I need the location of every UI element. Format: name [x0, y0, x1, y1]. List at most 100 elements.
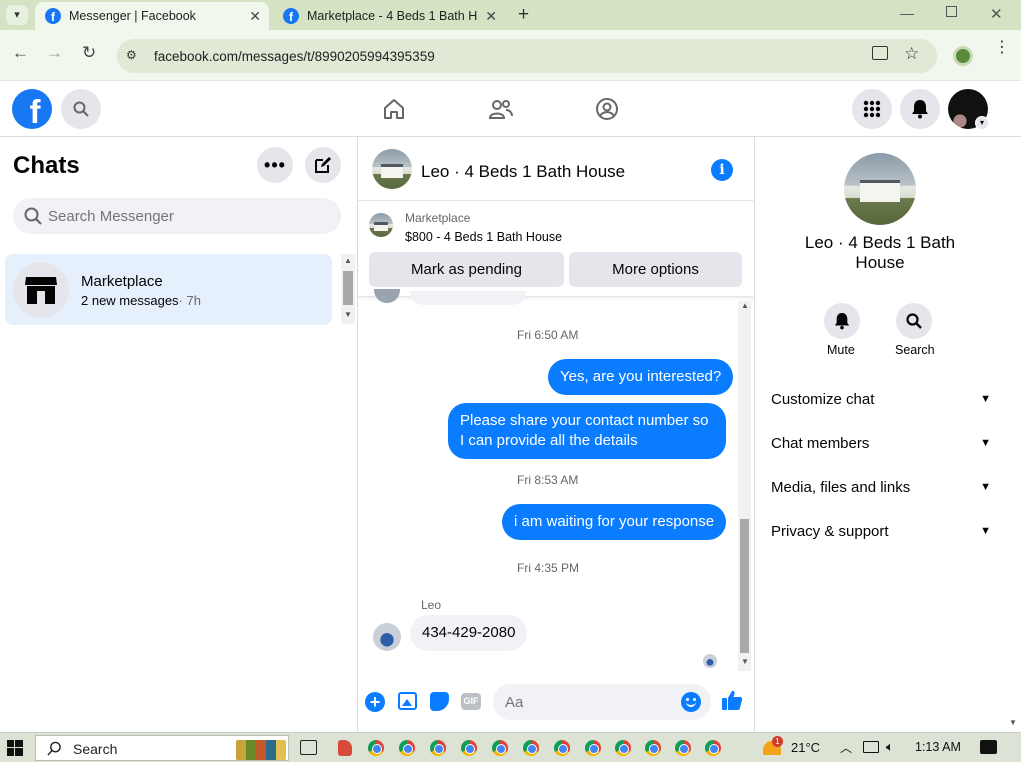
install-app-icon[interactable]	[872, 46, 888, 60]
browser-menu-icon[interactable]: ⋮	[994, 40, 1010, 56]
restore-window-button[interactable]	[946, 6, 957, 17]
chrome-taskbar-icon[interactable]	[461, 740, 477, 756]
menu-button[interactable]	[852, 89, 892, 129]
chat-members-row[interactable]: Chat members ▼	[771, 431, 991, 455]
home-nav-icon[interactable]	[382, 97, 406, 126]
mark-as-pending-button[interactable]: Mark as pending	[369, 252, 564, 287]
back-arrow-icon[interactable]: ←	[12, 43, 29, 63]
emoji-icon[interactable]	[681, 692, 701, 712]
notifications-button[interactable]	[900, 89, 940, 129]
reload-icon[interactable]: ↻	[82, 43, 96, 63]
search-label: Search	[895, 343, 935, 357]
scroll-up-arrow-icon[interactable]: ▲	[344, 256, 352, 265]
bookmark-star-icon[interactable]: ☆	[904, 44, 919, 64]
bell-icon	[912, 100, 928, 119]
scroll-thumb[interactable]	[740, 519, 749, 653]
conversation-title[interactable]: Leo · 4 Beds 1 Bath House	[421, 162, 625, 182]
paint-app-icon[interactable]	[338, 740, 352, 756]
tab-messenger[interactable]: f Messenger | Facebook ✕	[35, 2, 269, 30]
like-thumb-icon[interactable]	[721, 689, 743, 716]
notification-center-icon[interactable]	[980, 740, 997, 754]
chrome-taskbar-icon[interactable]	[585, 740, 601, 756]
new-tab-button[interactable]: +	[518, 4, 529, 26]
search-input[interactable]	[48, 198, 328, 234]
message-input-box[interactable]	[493, 684, 711, 720]
chrome-taskbar-icon[interactable]	[705, 740, 721, 756]
tab-list-button[interactable]: ▾	[6, 5, 28, 25]
privacy-support-row[interactable]: Privacy & support ▼	[771, 519, 991, 543]
friends-nav-icon[interactable]	[488, 97, 514, 126]
messages-scrollbar[interactable]: ▲ ▼	[738, 301, 751, 671]
chrome-taskbar-icon[interactable]	[523, 740, 539, 756]
more-actions-plus-icon[interactable]: +	[365, 692, 385, 712]
attach-photo-icon[interactable]	[398, 692, 417, 710]
taskbar-search-box[interactable]: Search	[35, 735, 289, 761]
more-options-button[interactable]: More options	[569, 252, 742, 287]
url-text[interactable]: facebook.com/messages/t/8990205994395359	[154, 49, 435, 64]
site-info-icon[interactable]: ⚙	[126, 48, 142, 64]
windows-start-icon[interactable]	[7, 740, 23, 756]
search-in-conversation-button[interactable]	[896, 303, 932, 339]
logo-letter: f	[29, 93, 41, 129]
chrome-taskbar-icon[interactable]	[368, 740, 384, 756]
temperature-text[interactable]: 21°C	[791, 740, 820, 755]
search-messenger[interactable]	[13, 198, 341, 234]
preview-time: · 7h	[178, 293, 201, 308]
address-bar[interactable]: ⚙ facebook.com/messages/t/89902059943953…	[117, 39, 937, 73]
system-tray-chevron-icon[interactable]: ︿	[840, 739, 852, 756]
chrome-taskbar-icon[interactable]	[492, 740, 508, 756]
tab-marketplace[interactable]: f Marketplace - 4 Beds 1 Bath Ho ✕	[273, 2, 505, 30]
chat-options-button[interactable]: •••	[257, 147, 293, 183]
chrome-taskbar-icon[interactable]	[554, 740, 570, 756]
conversation-item-marketplace[interactable]: Marketplace 2 new messages· 7h	[5, 254, 332, 325]
customize-chat-row[interactable]: Customize chat ▼	[771, 387, 991, 411]
conversation-info-button[interactable]: i	[711, 159, 733, 181]
forward-arrow-icon[interactable]: →	[46, 43, 63, 63]
sidebar-scrollbar[interactable]: ▲ ▼	[341, 254, 355, 324]
conversation-avatar[interactable]	[372, 149, 412, 189]
scroll-down-arrow-icon[interactable]: ▼	[741, 657, 749, 666]
groups-nav-icon[interactable]	[595, 97, 619, 126]
gif-icon[interactable]: GIF	[461, 693, 481, 710]
conversation-preview: 2 new messages· 7h	[81, 293, 201, 308]
sender-avatar[interactable]	[373, 623, 401, 651]
chrome-taskbar-icon[interactable]	[399, 740, 415, 756]
scroll-thumb[interactable]	[343, 271, 353, 305]
account-chevron-icon[interactable]: ▾	[975, 116, 989, 130]
listing-title[interactable]: $800 - 4 Beds 1 Bath House	[405, 230, 562, 244]
details-avatar[interactable]	[844, 153, 916, 225]
conversation-header: Leo · 4 Beds 1 Bath House i	[358, 137, 755, 201]
close-tab-icon[interactable]: ✕	[249, 8, 261, 25]
chrome-taskbar-icon[interactable]	[675, 740, 691, 756]
network-icon[interactable]	[863, 741, 879, 753]
scroll-up-arrow-icon[interactable]: ▲	[741, 301, 749, 310]
mute-button[interactable]	[824, 303, 860, 339]
chrome-taskbar-icon[interactable]	[615, 740, 631, 756]
outgoing-message[interactable]: Please share your contact number so I ca…	[448, 403, 726, 459]
sticker-icon[interactable]	[430, 692, 449, 711]
close-tab-icon[interactable]: ✕	[485, 8, 497, 25]
outgoing-message[interactable]: Yes, are you interested?	[548, 359, 734, 395]
scroll-down-arrow-icon[interactable]: ▼	[344, 310, 352, 319]
media-files-links-row[interactable]: Media, files and links ▼	[771, 475, 991, 499]
chrome-taskbar-icon[interactable]	[430, 740, 446, 756]
facebook-logo[interactable]: f	[12, 89, 52, 129]
close-window-button[interactable]: ✕	[990, 5, 1003, 23]
listing-label: Marketplace	[405, 211, 471, 225]
chrome-taskbar-icon[interactable]	[645, 740, 661, 756]
minimize-window-button[interactable]: —	[900, 5, 914, 21]
tab-title: Marketplace - 4 Beds 1 Bath Ho	[307, 9, 477, 23]
facebook-favicon-icon: f	[283, 8, 299, 24]
grid-menu-icon	[863, 100, 881, 118]
page-scroll-down-arrow-icon[interactable]: ▼	[1009, 718, 1017, 727]
listing-thumbnail[interactable]	[369, 213, 393, 237]
incoming-message[interactable]: 434-429-2080	[410, 615, 528, 651]
clock-time[interactable]: 1:13 AM	[915, 740, 961, 754]
search-facebook-button[interactable]	[61, 89, 101, 129]
volume-icon[interactable]: 🔈︎	[886, 739, 894, 755]
message-input[interactable]	[505, 684, 675, 720]
profile-icon[interactable]	[953, 46, 973, 66]
task-view-icon[interactable]	[300, 740, 317, 755]
outgoing-message[interactable]: i am waiting for your response	[502, 504, 727, 540]
new-message-button[interactable]	[305, 147, 341, 183]
